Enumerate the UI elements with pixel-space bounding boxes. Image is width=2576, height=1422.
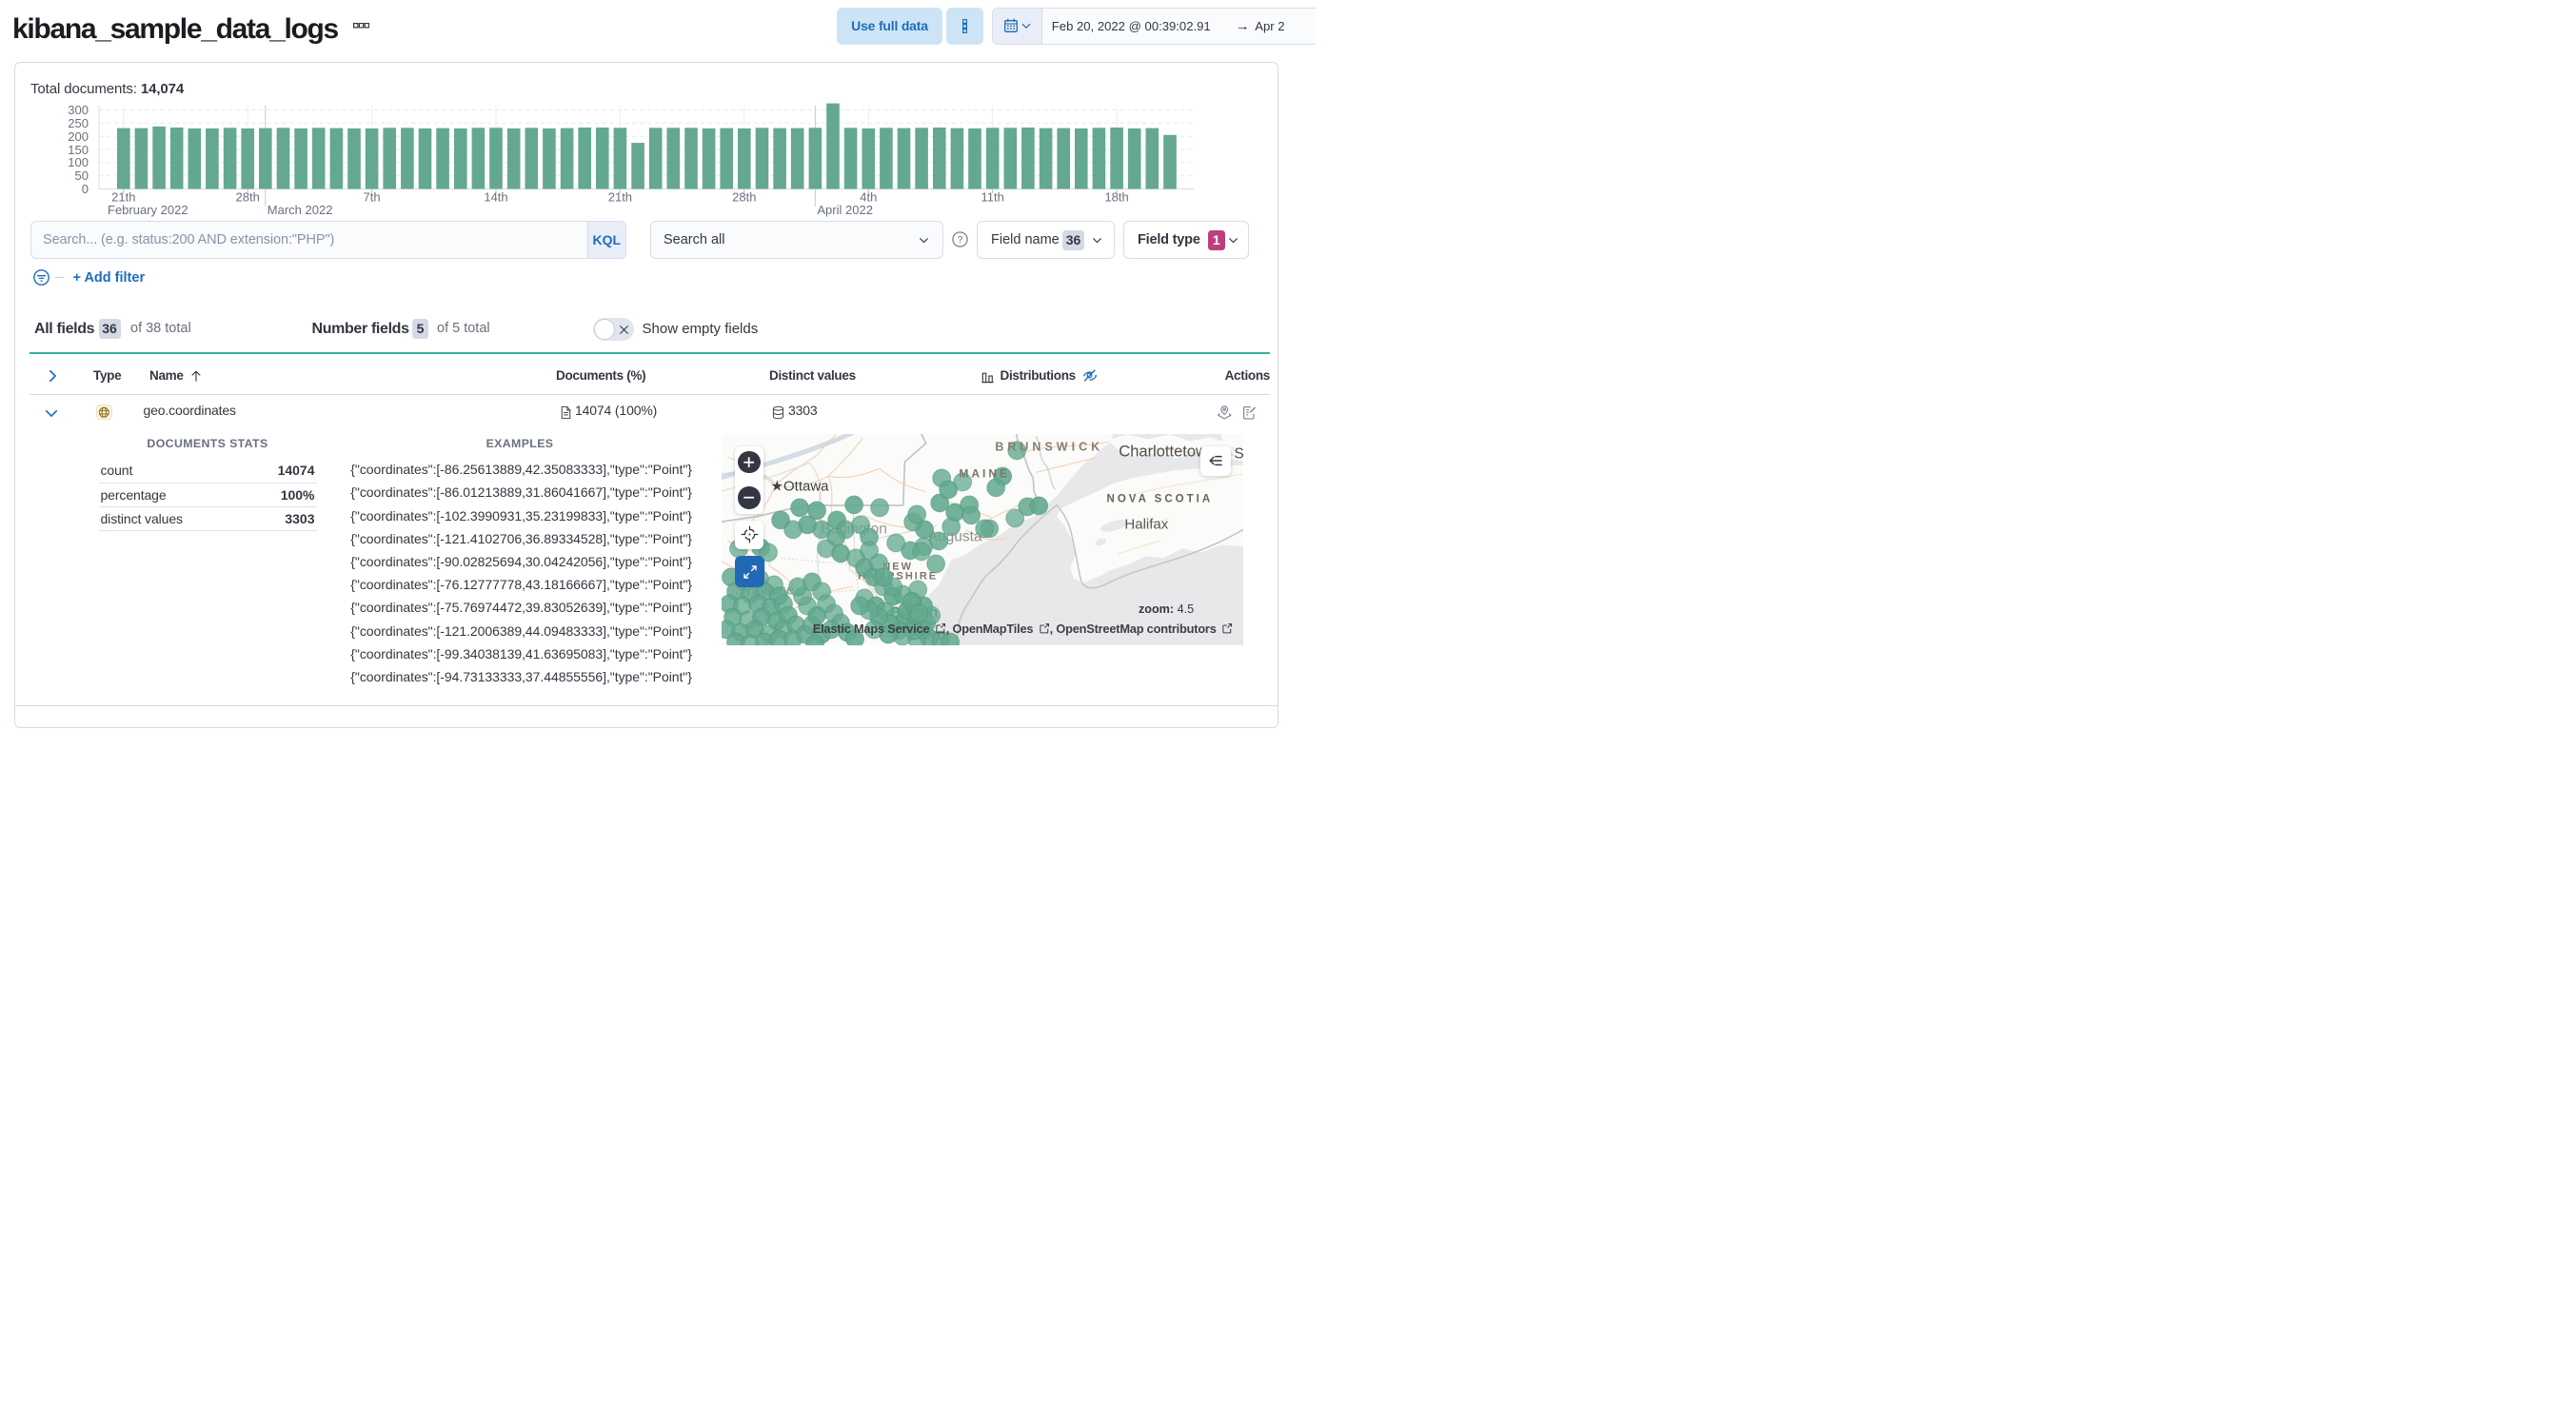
svg-text:?: ? [957,234,962,246]
svg-text:Halifax: Halifax [1124,517,1168,533]
svg-text:Sy: Sy [1234,446,1243,463]
svg-text:MAINE: MAINE [959,467,1010,481]
svg-text:7th: 7th [364,190,381,205]
svg-text:BRUNSWICK: BRUNSWICK [995,441,1103,454]
svg-text:11th: 11th [981,190,1004,205]
svg-text:21th: 21th [608,190,632,205]
svg-text:★Ottawa: ★Ottawa [770,479,829,495]
svg-text:18th: 18th [1104,190,1128,205]
svg-text:February 2022: February 2022 [108,203,188,217]
svg-text:NOVA SCOTIA: NOVA SCOTIA [1106,494,1213,505]
svg-text:28th: 28th [236,190,260,205]
svg-text:28th: 28th [732,190,756,205]
svg-text:March 2022: March 2022 [268,203,333,217]
svg-text:April 2022: April 2022 [817,203,873,217]
svg-text:14th: 14th [484,190,507,205]
